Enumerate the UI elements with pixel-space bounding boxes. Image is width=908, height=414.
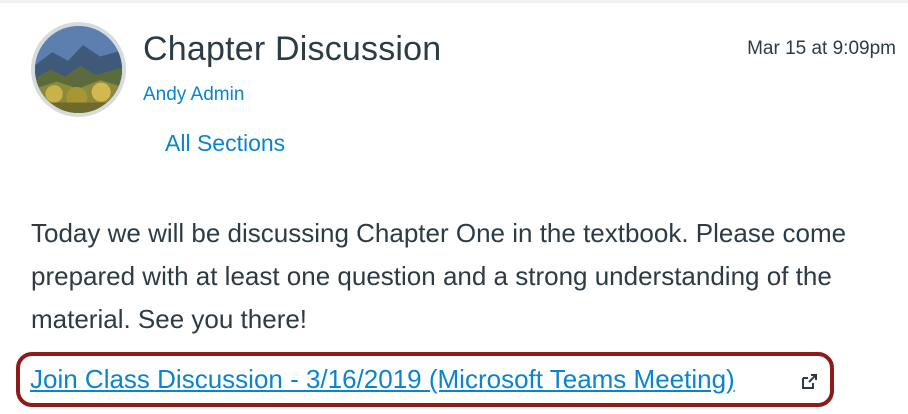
author-link[interactable]: Andy Admin <box>143 84 244 106</box>
teams-meeting-link[interactable]: Join Class Discussion - 3/16/2019 (Micro… <box>30 364 735 395</box>
external-link-icon[interactable] <box>800 373 818 391</box>
sections-link[interactable]: All Sections <box>165 130 285 157</box>
top-divider <box>0 0 908 3</box>
discussion-message: Today we will be discussing Chapter One … <box>31 218 847 334</box>
avatar-landscape-image <box>35 26 122 113</box>
discussion-title: Chapter Discussion <box>143 30 442 68</box>
avatar[interactable] <box>31 22 126 117</box>
post-timestamp: Mar 15 at 9:09pm <box>747 38 896 59</box>
